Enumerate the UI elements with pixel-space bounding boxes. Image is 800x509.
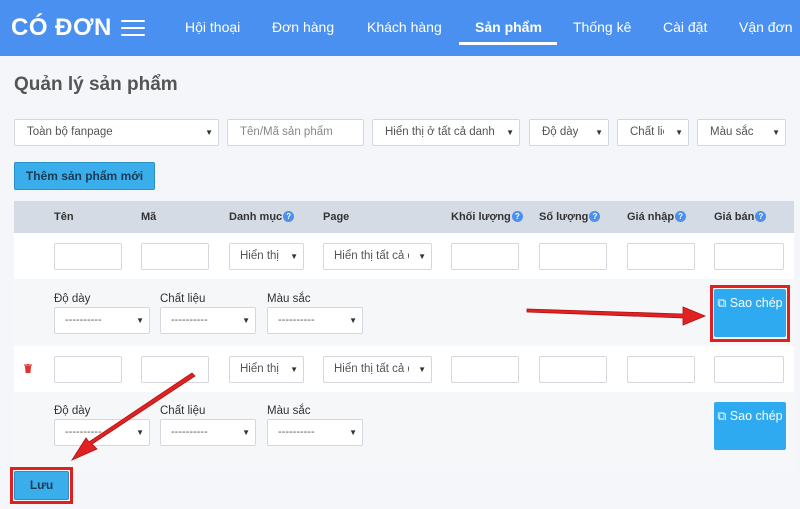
color-label: Màu sắc: [267, 405, 311, 417]
chevron-down-icon: ▼: [349, 428, 357, 437]
thickness-select[interactable]: ---------- ▼: [54, 419, 150, 446]
copy-icon: ⧉: [717, 409, 727, 423]
chevron-down-icon: ▼: [506, 128, 514, 137]
weight-input[interactable]: [451, 243, 519, 270]
code-input[interactable]: [141, 356, 209, 383]
chevron-down-icon: ▼: [675, 128, 683, 137]
help-icon[interactable]: ?: [675, 211, 687, 222]
copy-button[interactable]: ⧉ Sao chép: [714, 289, 786, 337]
sale-price-input[interactable]: [714, 243, 784, 270]
thickness-filter-select[interactable]: Độ dày ▼: [529, 119, 609, 146]
cost-price-input[interactable]: [627, 356, 695, 383]
thickness-label: Độ dày: [54, 293, 91, 305]
quantity-input[interactable]: [539, 356, 607, 383]
top-navbar: CÓ ĐƠN Hội thoại Đơn hàng Khách hàng Sản…: [0, 0, 800, 56]
material-label: Chất liệu: [160, 405, 206, 417]
color-filter-select[interactable]: Màu sắc ▼: [697, 119, 786, 146]
material-filter-select[interactable]: Chất liệu ▼: [617, 119, 689, 146]
help-icon[interactable]: ?: [589, 211, 601, 222]
help-icon[interactable]: ?: [755, 211, 767, 222]
add-product-button[interactable]: Thêm sản phẩm mới: [14, 162, 155, 190]
active-tab-indicator: [459, 42, 557, 45]
color-select[interactable]: ---------- ▼: [267, 419, 363, 446]
help-icon[interactable]: ?: [283, 211, 295, 222]
cost-price-input[interactable]: [627, 243, 695, 270]
header-quantity: Số lượng?: [539, 211, 601, 223]
code-input[interactable]: [141, 243, 209, 270]
sale-price-input[interactable]: [714, 356, 784, 383]
header-page: Page: [323, 211, 350, 223]
thickness-select[interactable]: ---------- ▼: [54, 307, 150, 334]
chevron-down-icon: ▼: [349, 316, 357, 325]
material-select[interactable]: ---------- ▼: [160, 419, 256, 446]
chevron-down-icon: ▼: [136, 316, 144, 325]
chevron-down-icon: ▼: [242, 316, 250, 325]
copy-button[interactable]: ⧉ Sao chép: [714, 402, 786, 450]
name-input[interactable]: [54, 356, 122, 383]
fanpage-select[interactable]: Toàn bộ fanpage ▼: [14, 119, 219, 146]
nav-item-statistics[interactable]: Thống kê: [573, 19, 631, 35]
save-button[interactable]: Lưu: [14, 471, 69, 500]
header-weight: Khối lượng?: [451, 211, 523, 223]
page-title: Quản lý sản phẩm: [14, 74, 178, 95]
chevron-down-icon: ▼: [595, 128, 603, 137]
display-category-select[interactable]: Hiển thị ở tất cả danh mục ▼: [372, 119, 520, 146]
page-select[interactable]: Hiển thị tất cả danh mục ▼: [323, 356, 432, 383]
copy-icon: ⧉: [717, 296, 727, 310]
nav-item-settings[interactable]: Cài đặt: [663, 19, 707, 35]
header-name: Tên: [54, 211, 74, 223]
header-code: Mã: [141, 211, 157, 223]
nav-item-orders[interactable]: Đơn hàng: [272, 19, 334, 35]
chevron-down-icon: ▼: [290, 252, 298, 261]
chevron-down-icon: ▼: [290, 365, 298, 374]
header-category: Danh mục?: [229, 211, 295, 223]
chevron-down-icon: ▼: [772, 128, 780, 137]
help-icon[interactable]: ?: [511, 211, 523, 222]
category-select[interactable]: Hiển thị ▼: [229, 356, 304, 383]
chevron-down-icon: ▼: [205, 128, 213, 137]
chevron-down-icon: ▼: [242, 428, 250, 437]
quantity-input[interactable]: [539, 243, 607, 270]
color-label: Màu sắc: [267, 293, 311, 305]
header-cost-price: Giá nhập?: [627, 211, 687, 223]
nav-item-customers[interactable]: Khách hàng: [367, 19, 442, 35]
nav-item-products[interactable]: Sản phẩm: [475, 19, 542, 35]
brand-logo[interactable]: CÓ ĐƠN: [11, 14, 112, 42]
nav-item-shipping[interactable]: Vận đơn: [739, 19, 793, 35]
page-select[interactable]: Hiển thị tất cả danh mục ▼: [323, 243, 432, 270]
name-input[interactable]: [54, 243, 122, 270]
nav-item-conversations[interactable]: Hội thoại: [185, 19, 240, 35]
weight-input[interactable]: [451, 356, 519, 383]
chevron-down-icon: ▼: [418, 365, 426, 374]
chevron-down-icon: ▼: [418, 252, 426, 261]
product-search-input[interactable]: Tên/Mã sản phẩm: [227, 119, 364, 146]
material-label: Chất liệu: [160, 293, 206, 305]
trash-icon[interactable]: [24, 364, 32, 373]
thickness-label: Độ dày: [54, 405, 91, 417]
header-sale-price: Giá bán?: [714, 211, 767, 223]
category-select[interactable]: Hiển thị ▼: [229, 243, 304, 270]
color-select[interactable]: ---------- ▼: [267, 307, 363, 334]
chevron-down-icon: ▼: [136, 428, 144, 437]
material-select[interactable]: ---------- ▼: [160, 307, 256, 334]
menu-icon[interactable]: [121, 19, 145, 37]
